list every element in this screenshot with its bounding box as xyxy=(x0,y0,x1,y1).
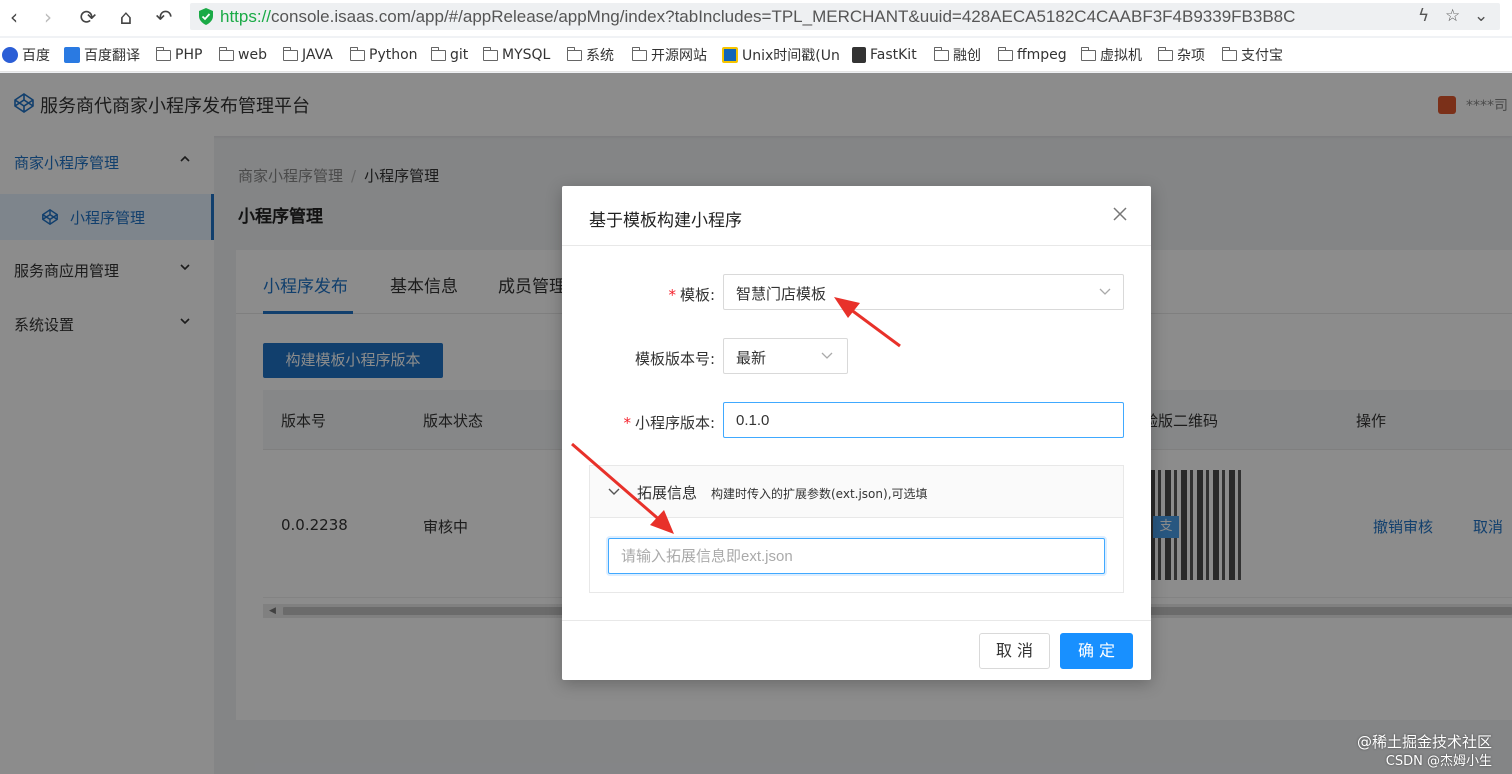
bookmark-item[interactable]: FastKit xyxy=(852,46,917,64)
chevron-down-icon[interactable]: ⌄ xyxy=(1474,6,1488,26)
modal-header: 基于模板构建小程序 xyxy=(562,186,1151,246)
bookmark-item[interactable]: Python xyxy=(350,46,418,64)
forward-icon[interactable]: › xyxy=(36,6,60,28)
reload-icon[interactable]: ⟳ xyxy=(76,6,100,28)
folder-icon xyxy=(156,46,171,61)
bookmark-item[interactable]: 融创 xyxy=(934,46,981,64)
required-mark: * xyxy=(623,414,631,432)
baidu-icon xyxy=(2,47,18,63)
confirm-button[interactable]: 确 定 xyxy=(1060,633,1133,669)
bookmark-item[interactable]: 开源网站 xyxy=(632,46,707,64)
folder-icon xyxy=(934,46,949,61)
ext-info-title: 拓展信息 xyxy=(637,484,698,502)
secure-shield-icon xyxy=(199,8,213,25)
bookmark-item[interactable]: 虚拟机 xyxy=(1081,46,1142,64)
template-version-label: 模板版本号: xyxy=(634,350,715,368)
template-select[interactable]: 智慧门店模板 xyxy=(723,274,1124,310)
folder-icon xyxy=(283,46,298,61)
modal-title: 基于模板构建小程序 xyxy=(589,211,742,231)
home-icon[interactable]: ⌂ xyxy=(114,6,138,28)
template-version-value: 最新 xyxy=(736,349,767,367)
bookmark-item[interactable]: PHP xyxy=(156,46,202,64)
bookmark-item[interactable]: 系统 xyxy=(567,46,614,64)
lightning-icon[interactable]: ϟ xyxy=(1418,6,1429,26)
bookmark-item[interactable]: MYSQL xyxy=(483,46,550,64)
modal-footer: 取 消 确 定 xyxy=(562,620,1151,680)
undo-icon[interactable]: ↶ xyxy=(152,6,176,28)
browser-toolbar: ‹ › ⟳ ⌂ ↶ https://console.isaas.com/app/… xyxy=(0,0,1512,36)
address-bar[interactable]: https://console.isaas.com/app/#/appRelea… xyxy=(190,3,1500,30)
bookmark-item[interactable]: web xyxy=(219,46,267,64)
back-icon[interactable]: ‹ xyxy=(2,6,26,28)
bookmark-item[interactable]: ffmpeg xyxy=(998,46,1067,64)
folder-icon xyxy=(1222,46,1237,61)
translate-icon xyxy=(64,47,80,63)
folder-icon xyxy=(483,46,498,61)
fastkit-icon xyxy=(852,47,866,63)
ext-info-description: 构建时传入的扩展参数(ext.json),可选填 xyxy=(711,487,928,501)
bookmark-item[interactable]: 百度 xyxy=(2,46,50,64)
ext-info-header[interactable]: 拓展信息 构建时传入的扩展参数(ext.json),可选填 xyxy=(590,466,1123,518)
required-mark: * xyxy=(668,286,676,304)
bookmark-item[interactable]: 支付宝 xyxy=(1222,46,1283,64)
template-version-select[interactable]: 最新 xyxy=(723,338,848,374)
bookmarks-bar: 百度 百度翻译 PHP web JAVA Python git MYSQL 系统… xyxy=(0,38,1512,72)
chevron-down-icon xyxy=(608,488,620,495)
ext-json-input[interactable] xyxy=(608,538,1105,574)
folder-icon xyxy=(1081,46,1096,61)
bookmark-item[interactable]: JAVA xyxy=(283,46,333,64)
star-icon[interactable]: ☆ xyxy=(1445,6,1460,26)
cancel-button[interactable]: 取 消 xyxy=(979,633,1050,669)
folder-icon xyxy=(1158,46,1173,61)
build-modal: 基于模板构建小程序 * 模板: 智慧门店模板 模板版本号: 最新 * 小程序版本: … xyxy=(562,186,1151,680)
template-value: 智慧门店模板 xyxy=(736,285,827,303)
watermark: @稀土掘金技术社区 xyxy=(1356,733,1492,751)
folder-icon xyxy=(998,46,1013,61)
folder-icon xyxy=(431,46,446,61)
chevron-down-icon xyxy=(821,352,833,359)
bookmark-item[interactable]: 百度翻译 xyxy=(64,46,140,64)
folder-icon xyxy=(350,46,365,61)
close-icon[interactable] xyxy=(1112,206,1128,222)
unix-timestamp-icon xyxy=(722,47,738,63)
ext-info-panel: 拓展信息 构建时传入的扩展参数(ext.json),可选填 xyxy=(589,465,1124,593)
chevron-down-icon xyxy=(1099,288,1111,295)
app-version-input[interactable] xyxy=(723,402,1124,438)
bookmark-item[interactable]: git xyxy=(431,46,468,64)
url-text: https://console.isaas.com/app/#/appRelea… xyxy=(220,7,1296,26)
folder-icon xyxy=(632,46,647,61)
bookmark-item[interactable]: 杂项 xyxy=(1158,46,1205,64)
folder-icon xyxy=(567,46,582,61)
template-label: * 模板: xyxy=(668,286,715,304)
bookmark-item[interactable]: Unix时间戳(Un xyxy=(722,46,840,64)
folder-icon xyxy=(219,46,234,61)
app-version-label: * 小程序版本: xyxy=(623,414,715,432)
watermark: CSDN @杰姆小生 xyxy=(1385,754,1492,769)
